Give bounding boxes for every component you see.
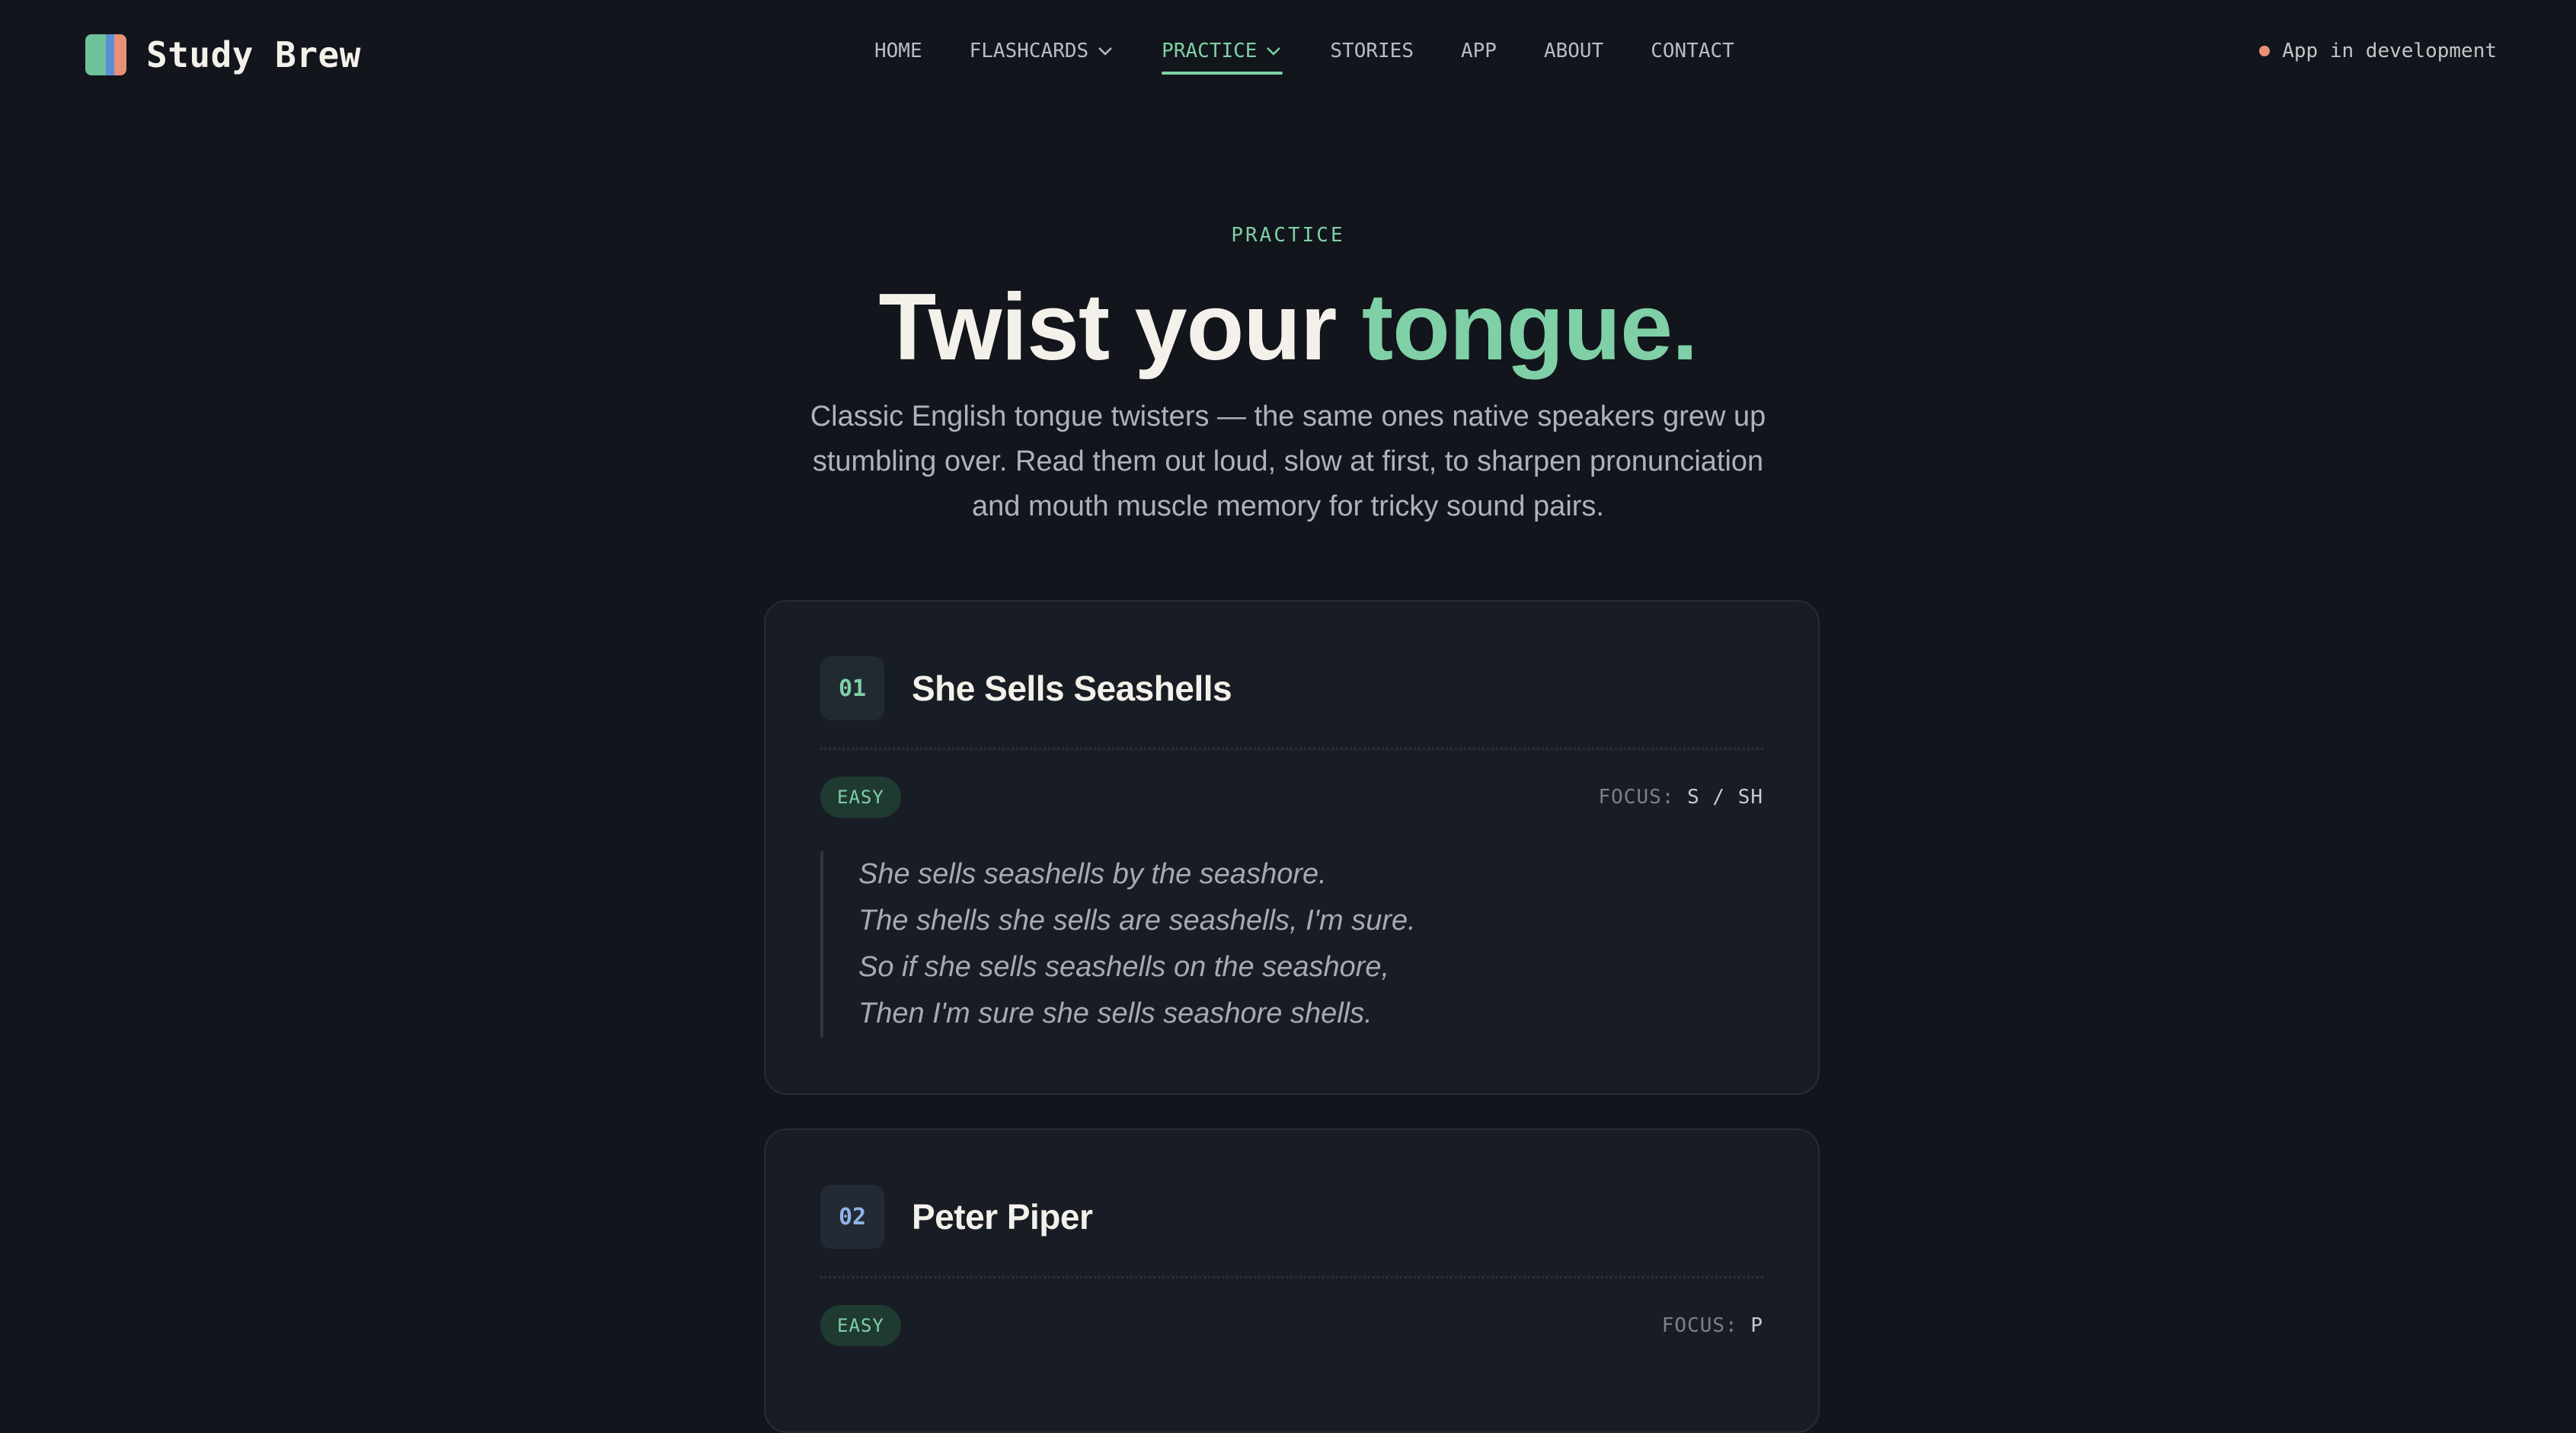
card-title: Peter Piper (912, 1197, 1093, 1237)
nav-practice[interactable]: PRACTICE (1162, 32, 1283, 75)
card-number: 01 (820, 656, 884, 720)
dev-status-badge: App in development (2259, 40, 2497, 62)
nav-about-label: ABOUT (1543, 40, 1604, 62)
site-header: Study Brew HOME FLASHCARDS PRACTICE STOR… (0, 0, 2576, 107)
twister-verse: She sells seashells by the seashore. The… (820, 851, 1658, 1037)
verse-line: The shells she sells are seashells, I'm … (858, 905, 1416, 937)
card-divider (820, 1276, 1763, 1278)
page-title: Twist your tongue. (0, 274, 2576, 381)
nav-contact[interactable]: CONTACT (1651, 32, 1734, 70)
card-header: 01 She Sells Seashells (820, 656, 1232, 720)
chevron-down-icon (1264, 42, 1283, 60)
difficulty-badge: EASY (820, 1305, 901, 1346)
nav-flashcards[interactable]: FLASHCARDS (970, 32, 1115, 70)
card-divider (820, 748, 1763, 750)
main-nav: HOME FLASHCARDS PRACTICE STORIES APP ABO… (874, 32, 1734, 75)
verse-line: So if she sells seashells on the seashor… (858, 951, 1390, 983)
focus-label: FOCUS: S / SH (1599, 786, 1764, 809)
focus-value: S / SH (1687, 786, 1763, 809)
nav-stories-label: STORIES (1330, 40, 1414, 62)
card-meta: EASY FOCUS: P (820, 1305, 1763, 1346)
page-description: Classic English tongue twisters — the sa… (810, 401, 1766, 522)
card-number: 02 (820, 1185, 884, 1249)
verse-line: She sells seashells by the seashore. (858, 858, 1327, 890)
twister-card: 02 Peter Piper EASY FOCUS: P (764, 1128, 1820, 1433)
twister-card: 01 She Sells Seashells EASY FOCUS: S / S… (764, 600, 1820, 1095)
section-eyebrow: PRACTICE (1231, 224, 1345, 247)
focus-label-text: FOCUS: (1598, 786, 1675, 809)
chevron-down-icon (1096, 42, 1114, 60)
nav-stories[interactable]: STORIES (1330, 32, 1414, 70)
nav-flashcards-label: FLASHCARDS (969, 40, 1089, 62)
page-title-accent: tongue. (1361, 275, 1699, 380)
brand-logo-link[interactable]: Study Brew (85, 34, 361, 76)
card-header: 02 Peter Piper (820, 1185, 1093, 1249)
nav-app-label: APP (1460, 40, 1497, 62)
nav-contact-label: CONTACT (1651, 40, 1734, 62)
book-icon (85, 34, 126, 75)
focus-label-text: FOCUS: (1661, 1314, 1738, 1337)
dev-status-label: App in development (2282, 40, 2497, 62)
nav-home[interactable]: HOME (874, 32, 922, 70)
page-title-main: Twist your (878, 275, 1362, 380)
nav-home-label: HOME (874, 40, 922, 62)
status-dot-icon (2259, 46, 2271, 56)
nav-practice-label: PRACTICE (1162, 40, 1258, 62)
nav-app[interactable]: APP (1461, 32, 1497, 70)
card-title: She Sells Seashells (912, 669, 1232, 708)
nav-about[interactable]: ABOUT (1544, 32, 1603, 70)
card-meta: EASY FOCUS: S / SH (820, 777, 1763, 818)
verse-line: Then I'm sure she sells seashore shells. (858, 997, 1373, 1029)
focus-label: FOCUS: P (1662, 1314, 1763, 1337)
difficulty-badge: EASY (820, 777, 901, 818)
brand-name: Study Brew (146, 34, 361, 75)
focus-value: P (1750, 1314, 1763, 1337)
